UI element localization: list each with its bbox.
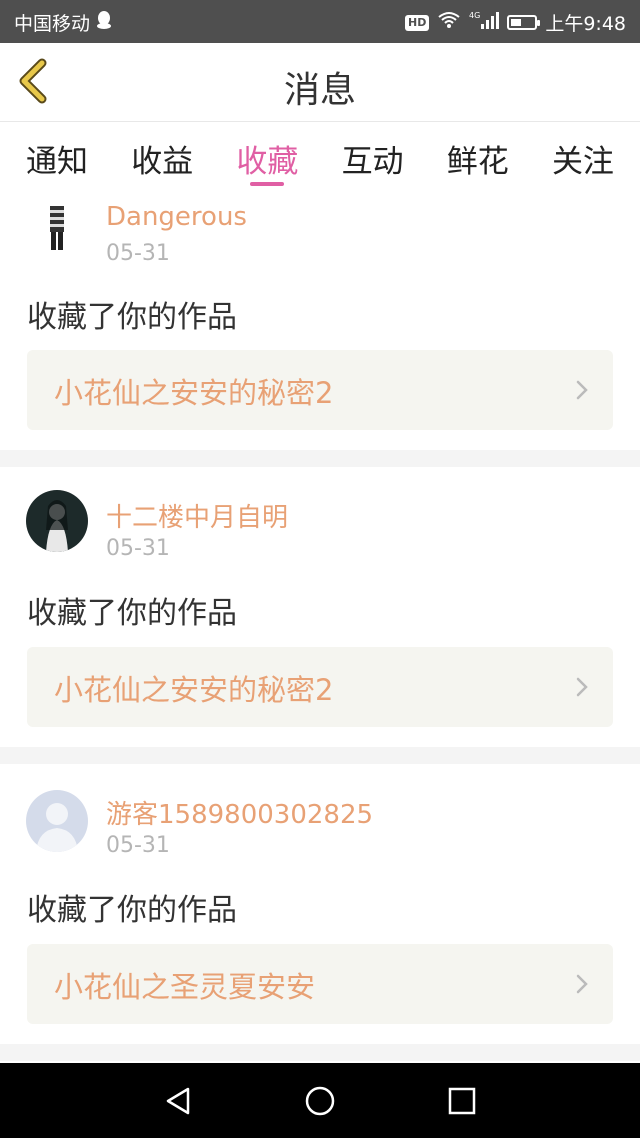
nav-home-button[interactable] <box>302 1083 338 1119</box>
recents-square-icon <box>448 1087 476 1115</box>
username[interactable]: 游客1589800302825 <box>106 794 373 831</box>
avatar[interactable] <box>26 790 88 852</box>
username[interactable]: Dangerous <box>106 202 247 232</box>
message-list: Dangerous 05-31 收藏了你的作品 小花仙之安安的秘密2 十二楼中月… <box>0 192 640 1061</box>
tab-notice[interactable]: 通知 <box>26 122 88 192</box>
chevron-right-icon <box>576 380 588 400</box>
work-link[interactable]: 小花仙之圣灵夏安安 <box>27 944 613 1024</box>
list-item: 十二楼中月自明 05-31 收藏了你的作品 小花仙之安安的秘密2 <box>0 467 640 747</box>
message-date: 05-31 <box>106 833 170 858</box>
list-item: Dangerous 05-31 收藏了你的作品 小花仙之安安的秘密2 <box>0 192 640 450</box>
tab-income[interactable]: 收益 <box>131 122 193 192</box>
clock: 上午9:48 <box>545 13 626 35</box>
divider <box>0 747 640 764</box>
chevron-right-icon <box>576 677 588 697</box>
header: 消息 <box>0 43 640 122</box>
cell-signal-icon: 4G <box>469 10 500 35</box>
home-circle-icon <box>305 1086 335 1116</box>
avatar[interactable] <box>30 202 86 252</box>
divider <box>0 1044 640 1061</box>
chevron-right-icon <box>576 974 588 994</box>
tab-interaction[interactable]: 互动 <box>342 122 404 192</box>
avatar[interactable] <box>26 490 88 552</box>
network-type-label: 4G <box>469 11 480 20</box>
work-title: 小花仙之安安的秘密2 <box>54 376 334 410</box>
tab-flowers[interactable]: 鲜花 <box>447 122 509 192</box>
message-date: 05-31 <box>106 536 170 561</box>
action-text: 收藏了你的作品 <box>27 300 237 335</box>
wifi-icon <box>437 11 461 34</box>
system-nav-bar <box>0 1063 640 1138</box>
tab-follow[interactable]: 关注 <box>552 122 614 192</box>
work-link[interactable]: 小花仙之安安的秘密2 <box>27 350 613 430</box>
tab-favorites[interactable]: 收藏 <box>236 122 298 192</box>
divider <box>0 450 640 467</box>
work-title: 小花仙之圣灵夏安安 <box>54 970 316 1004</box>
list-item: 游客1589800302825 05-31 收藏了你的作品 小花仙之圣灵夏安安 <box>0 764 640 1044</box>
tab-bar: 通知 收益 收藏 互动 鲜花 关注 <box>0 122 640 192</box>
carrier-label: 中国移动 <box>14 13 91 35</box>
message-date: 05-31 <box>106 241 170 266</box>
action-text: 收藏了你的作品 <box>27 596 237 631</box>
nav-recents-button[interactable] <box>444 1083 480 1119</box>
qq-notification-icon <box>96 11 112 34</box>
status-bar: 中国移动 HD 4G 上午9:48 <box>0 0 640 43</box>
battery-icon <box>507 15 541 30</box>
page-title: 消息 <box>283 70 356 111</box>
username[interactable]: 十二楼中月自明 <box>106 497 288 534</box>
hd-badge: HD <box>404 14 430 31</box>
work-title: 小花仙之安安的秘密2 <box>54 673 334 707</box>
back-triangle-icon <box>166 1087 190 1115</box>
nav-back-button[interactable] <box>160 1083 196 1119</box>
action-text: 收藏了你的作品 <box>27 893 237 928</box>
work-link[interactable]: 小花仙之安安的秘密2 <box>27 647 613 727</box>
